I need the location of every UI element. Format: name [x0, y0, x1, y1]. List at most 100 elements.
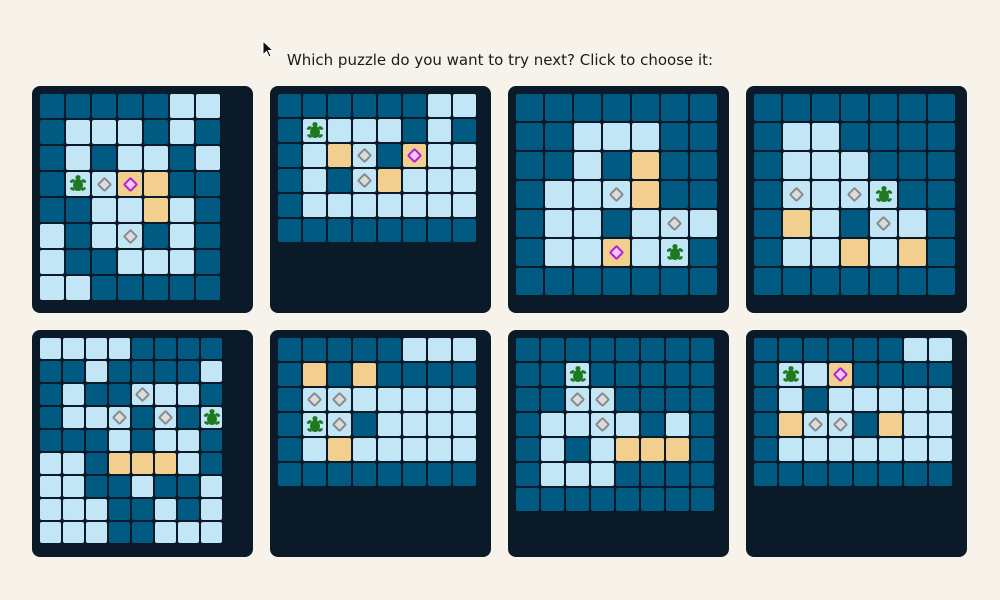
- tile-floor: [155, 522, 176, 543]
- turtle-player-icon: [782, 365, 799, 382]
- turtle-player-icon: [306, 121, 323, 138]
- tile-water: [278, 194, 301, 217]
- tile-floor: [40, 476, 61, 497]
- tile-target: [303, 363, 326, 386]
- tile-floor: [63, 476, 84, 497]
- tile-water: [616, 488, 639, 511]
- tile-floor: [870, 239, 897, 266]
- tile-floor: [328, 388, 351, 411]
- crate-gem-icon: [157, 409, 174, 426]
- tile-water: [632, 268, 659, 295]
- tile-water: [328, 463, 351, 486]
- tile-water: [566, 488, 589, 511]
- tile-floor: [92, 172, 116, 196]
- tile-water: [641, 338, 664, 361]
- tile-floor: [328, 413, 351, 436]
- tile-floor: [428, 438, 451, 461]
- puzzle-card-8[interactable]: [746, 330, 967, 557]
- tile-floor: [40, 338, 61, 359]
- tile-target: [328, 438, 351, 461]
- tile-water: [278, 94, 301, 117]
- tile-water: [616, 463, 639, 486]
- tile-water: [278, 119, 301, 142]
- tile-floor: [428, 388, 451, 411]
- tile-floor: [661, 210, 688, 237]
- tile-floor: [403, 338, 426, 361]
- tile-floor: [86, 361, 107, 382]
- tile-target: [841, 239, 868, 266]
- tile-floor: [63, 338, 84, 359]
- tile-water: [666, 488, 689, 511]
- tile-floor: [63, 407, 84, 428]
- tile-water: [516, 438, 539, 461]
- tile-water: [516, 338, 539, 361]
- tile-water: [196, 172, 220, 196]
- tile-floor: [63, 453, 84, 474]
- tile-floor: [303, 194, 326, 217]
- tile-water: [118, 94, 142, 118]
- puzzle-card-6[interactable]: [270, 330, 491, 557]
- tile-floor: [196, 94, 220, 118]
- puzzle-card-7[interactable]: [508, 330, 729, 557]
- tile-water: [899, 94, 926, 121]
- tile-water: [378, 144, 401, 167]
- tile-water: [591, 338, 614, 361]
- crate-gem-icon: [331, 416, 348, 433]
- tile-floor: [428, 338, 451, 361]
- tile-water: [603, 152, 630, 179]
- crate-gem-icon: [111, 409, 128, 426]
- tile-floor: [196, 146, 220, 170]
- tile-water: [754, 181, 781, 208]
- tile-floor: [63, 522, 84, 543]
- tile-floor: [812, 181, 839, 208]
- tile-water: [691, 363, 714, 386]
- tile-floor: [66, 172, 90, 196]
- tile-target: [109, 453, 130, 474]
- tile-floor: [178, 522, 199, 543]
- tile-water: [403, 94, 426, 117]
- tile-water: [278, 338, 301, 361]
- puzzle-card-4[interactable]: [746, 86, 967, 313]
- tile-water: [928, 152, 955, 179]
- tile-floor: [403, 388, 426, 411]
- tile-floor: [144, 250, 168, 274]
- tile-water: [516, 123, 543, 150]
- tile-water: [545, 268, 572, 295]
- tile-floor: [132, 384, 153, 405]
- tile-water: [516, 463, 539, 486]
- tile-floor: [574, 181, 601, 208]
- crate-gem-icon: [666, 215, 683, 232]
- tile-water: [691, 463, 714, 486]
- tile-target: [132, 453, 153, 474]
- tile-water: [661, 152, 688, 179]
- tile-water: [63, 430, 84, 451]
- tile-water: [879, 363, 902, 386]
- tile-water: [40, 384, 61, 405]
- tile-floor: [403, 438, 426, 461]
- crate-gem-icon: [832, 416, 849, 433]
- tile-water: [201, 453, 222, 474]
- tile-water: [353, 219, 376, 242]
- tile-water: [545, 94, 572, 121]
- tile-water: [541, 338, 564, 361]
- tile-water: [928, 94, 955, 121]
- puzzle-card-5[interactable]: [32, 330, 253, 557]
- tile-floor: [170, 224, 194, 248]
- tile-water: [66, 198, 90, 222]
- tile-water: [40, 361, 61, 382]
- tile-floor: [86, 407, 107, 428]
- tile-water: [170, 172, 194, 196]
- puzzle-chooser: Which puzzle do you want to try next? Cl…: [0, 0, 1000, 600]
- tile-water: [403, 119, 426, 142]
- tile-water: [132, 499, 153, 520]
- puzzle-card-3[interactable]: [508, 86, 729, 313]
- tile-water: [155, 338, 176, 359]
- puzzle-card-1[interactable]: [32, 86, 253, 313]
- gem-on-target-icon: [608, 244, 625, 261]
- tile-floor: [591, 388, 614, 411]
- tile-water: [812, 268, 839, 295]
- puzzle-card-2[interactable]: [270, 86, 491, 313]
- gem-on-target-icon: [406, 147, 423, 164]
- tile-floor: [118, 146, 142, 170]
- tile-water: [591, 363, 614, 386]
